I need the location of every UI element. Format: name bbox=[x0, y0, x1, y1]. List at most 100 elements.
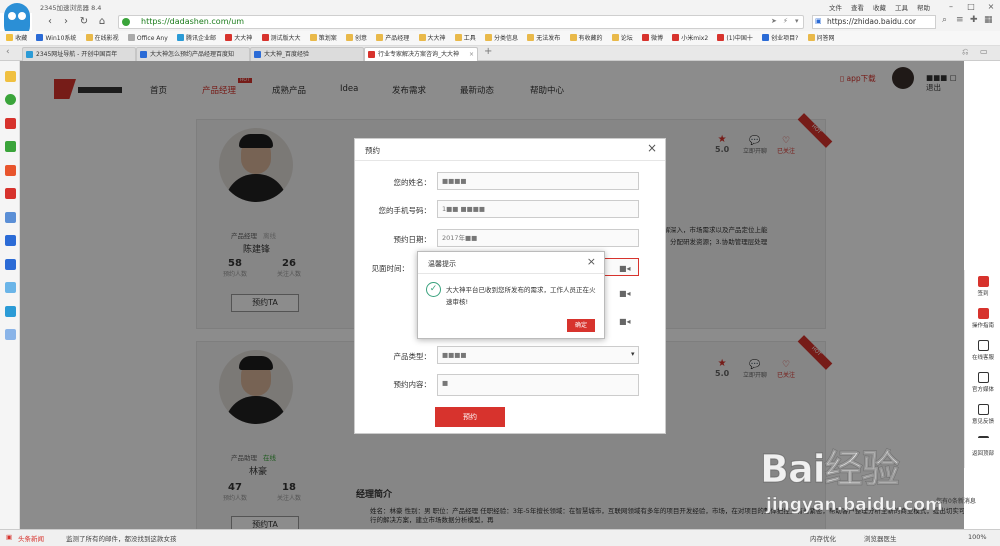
bookmarks-bar: 收藏 Win10系统 在线影视 Office Any 腾讯企业邮 大大神 测试版… bbox=[0, 31, 1000, 46]
bookmark-item[interactable]: 产品经理 bbox=[376, 31, 409, 46]
news-icon[interactable] bbox=[5, 118, 16, 129]
menu-favorites[interactable]: 收藏 bbox=[873, 4, 886, 12]
bookmark-item[interactable]: 有收藏的 bbox=[569, 31, 603, 46]
name-input[interactable]: ■■■■ bbox=[437, 172, 639, 190]
minimize-icon[interactable]: – bbox=[944, 1, 958, 12]
bookmark-item[interactable]: 腾讯企业邮 bbox=[177, 31, 216, 46]
date-label: 预约日期： bbox=[393, 235, 432, 244]
online-service-button[interactable]: 在线客服 bbox=[965, 340, 1000, 361]
tab[interactable]: 大大神_百度经验 bbox=[250, 47, 364, 61]
alert-message: 大大神平台已收到您所发布的需求，工作人员正在火速审核! bbox=[446, 286, 596, 306]
bookmark-item[interactable]: 策划案 bbox=[309, 31, 337, 46]
left-sidebar bbox=[0, 61, 20, 529]
tab-list-icon[interactable]: ▭ bbox=[980, 47, 988, 56]
video-icon[interactable]: ■◂ bbox=[619, 317, 631, 326]
submit-button[interactable]: 预约 bbox=[435, 407, 505, 427]
bookmark-item[interactable]: 无法发布 bbox=[527, 31, 560, 46]
bookmark-item[interactable]: 大大神 bbox=[418, 31, 446, 46]
official-media-button[interactable]: 官方媒体 bbox=[965, 372, 1000, 393]
new-tab-icon[interactable]: + bbox=[484, 46, 492, 57]
alert-close-icon[interactable]: × bbox=[587, 255, 596, 268]
bookmark-item[interactable]: 测试版大大 bbox=[261, 31, 301, 46]
tab[interactable]: 大大神怎么预约产品经理百度知 bbox=[136, 47, 250, 61]
address-bar[interactable]: https://dadashen.com/um ➤ ⚡ ▾ bbox=[118, 15, 804, 29]
menu-view[interactable]: 查看 bbox=[851, 4, 864, 12]
search-url[interactable]: https://zhidao.baidu.cor bbox=[827, 17, 916, 26]
wechat-icon[interactable] bbox=[5, 141, 16, 152]
extension-icon[interactable]: ✚ bbox=[970, 15, 978, 25]
confirm-button[interactable]: 确定 bbox=[567, 319, 595, 332]
maximize-icon[interactable]: □ bbox=[964, 1, 978, 12]
bookmark-item[interactable]: 分类信息 bbox=[485, 31, 518, 46]
product-type-select[interactable]: ■■■■ bbox=[437, 346, 639, 364]
url-text[interactable]: https://dadashen.com/um bbox=[141, 17, 244, 26]
history-icon[interactable] bbox=[5, 94, 16, 105]
zoom-level[interactable]: 100% bbox=[968, 533, 987, 541]
bookmark-item[interactable]: Win10系统 bbox=[36, 31, 76, 46]
game-icon[interactable] bbox=[5, 188, 16, 199]
modal-close-icon[interactable]: × bbox=[647, 141, 657, 155]
bookmark-item[interactable]: 问答网 bbox=[807, 31, 835, 46]
news-label[interactable]: 头条新闻 bbox=[18, 533, 44, 543]
feedback-button[interactable]: 意见反馈 bbox=[965, 404, 1000, 425]
watermark-url: jingyan.baidu.com bbox=[766, 495, 943, 516]
computer-icon[interactable] bbox=[5, 259, 16, 270]
bookmark-item[interactable]: 在线影视 bbox=[85, 31, 119, 46]
bookmark-item[interactable]: Office Any bbox=[127, 31, 168, 46]
translate-icon[interactable] bbox=[5, 306, 16, 317]
tab[interactable]: 2345网址导航 - 开创中国百年 bbox=[22, 47, 136, 61]
forward-icon[interactable]: › bbox=[60, 15, 72, 28]
guide-button[interactable]: 操作指南 bbox=[965, 308, 1000, 329]
browser-doctor[interactable]: 浏览器医生 bbox=[864, 533, 897, 543]
search-box[interactable]: ▣ https://zhidao.baidu.cor bbox=[812, 15, 936, 29]
watermark-logo: Bai经验 bbox=[760, 447, 901, 492]
bookmark-item[interactable]: (1)中国十 bbox=[717, 31, 753, 46]
tab-close-icon[interactable]: × bbox=[469, 48, 474, 61]
home-icon[interactable]: ⌂ bbox=[96, 15, 108, 28]
search-engine-icon[interactable]: ▣ bbox=[815, 17, 822, 25]
menu-tools[interactable]: 工具 bbox=[895, 4, 908, 12]
lightning-icon[interactable]: ⚡ bbox=[783, 17, 788, 25]
memory-optimize[interactable]: 内存优化 bbox=[810, 533, 836, 543]
menu-help[interactable]: 帮助 bbox=[917, 4, 930, 12]
phone-input[interactable]: 1■■ ■■■■ bbox=[437, 200, 639, 218]
tab-active[interactable]: 行业专家解决方案咨询_大大神 × bbox=[364, 47, 478, 61]
speed-icon[interactable]: ➤ bbox=[771, 17, 777, 25]
refresh-icon[interactable]: ↻ bbox=[78, 15, 90, 28]
bookmark-item[interactable]: 工具 bbox=[454, 31, 476, 46]
menu-file[interactable]: 文件 bbox=[829, 4, 842, 12]
message-notice[interactable]: 您有0条新消息 bbox=[936, 496, 976, 505]
secure-lock-icon bbox=[122, 18, 130, 26]
chevron-down-icon[interactable]: ▾ bbox=[631, 350, 635, 358]
undo-icon[interactable]: ⎌ bbox=[962, 47, 968, 57]
bookmark-item[interactable]: 大大神 bbox=[225, 31, 252, 46]
video-icon[interactable]: ■◂ bbox=[619, 289, 631, 298]
back-icon[interactable]: ‹ bbox=[44, 15, 56, 28]
bookmark-item[interactable]: 创业项目? bbox=[762, 31, 798, 46]
video-icon[interactable]: ■◂ bbox=[619, 264, 631, 273]
time-label: 见面时间： bbox=[371, 264, 410, 273]
news-icon[interactable]: ▣ bbox=[6, 533, 12, 541]
bookmark-item[interactable]: 微博 bbox=[642, 31, 663, 46]
tab-back-icon[interactable]: ‹ bbox=[6, 47, 10, 57]
search-icon[interactable]: ⌕ bbox=[942, 15, 947, 25]
checkin-button[interactable]: 签到 bbox=[965, 276, 1000, 297]
bookmark-item[interactable]: 创意 bbox=[346, 31, 367, 46]
news-ticker[interactable]: 监测了所有的邮件，都没找到这款女孩 bbox=[66, 533, 177, 543]
controller-icon[interactable] bbox=[5, 212, 16, 223]
dropdown-icon[interactable]: ▾ bbox=[795, 17, 799, 25]
tools-icon[interactable] bbox=[5, 329, 16, 340]
bookmark-item[interactable]: 论坛 bbox=[611, 31, 633, 46]
bookmark-item[interactable]: 收藏 bbox=[6, 31, 27, 46]
date-input[interactable]: 2017年■■ bbox=[437, 229, 639, 247]
grid-icon[interactable]: ▦ bbox=[984, 15, 993, 25]
taobao-icon[interactable] bbox=[5, 165, 16, 176]
content-textarea[interactable]: ■ bbox=[437, 374, 639, 396]
close-icon[interactable]: × bbox=[984, 1, 998, 12]
favorites-icon[interactable] bbox=[5, 71, 16, 82]
calculator-icon[interactable] bbox=[5, 282, 16, 293]
video-icon[interactable] bbox=[5, 235, 16, 246]
menu-icon[interactable]: ≡ bbox=[956, 15, 964, 25]
bookmark-item[interactable]: 小米mix2 bbox=[672, 31, 708, 46]
tab-strip: ‹ 2345网址导航 - 开创中国百年 大大神怎么预约产品经理百度知 大大神_百… bbox=[0, 46, 1000, 61]
